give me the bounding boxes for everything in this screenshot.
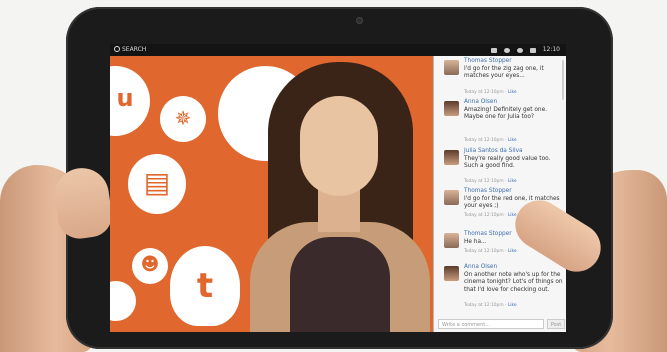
like-link[interactable]: Like <box>508 303 517 308</box>
left-edge-bubble <box>110 281 136 321</box>
compass-icon: ✵ <box>174 106 192 130</box>
author-name[interactable]: Thomas Stopper <box>464 58 512 64</box>
message-meta: Today at 12:10pm · Like <box>464 249 517 254</box>
presenter-top <box>290 237 390 332</box>
battery-icon[interactable] <box>529 47 536 53</box>
avatar <box>444 150 459 165</box>
message-text: I'd go for the zig zag one, it matches y… <box>464 66 544 80</box>
ubuntu-logo-icon: u <box>116 84 134 112</box>
tablet-screen: SEARCH 12:10 u ✵ ▤ ☻ t Thomas Stopper I'… <box>110 44 566 332</box>
message-meta: Today at 12:10pm · Like <box>464 138 517 143</box>
message-text: On another note who's up for the cinema … <box>464 272 563 293</box>
author-name[interactable]: Thomas Stopper <box>464 231 512 237</box>
sound-icon[interactable] <box>516 47 523 53</box>
post-button[interactable]: Post <box>547 319 565 329</box>
social-chat-panel: Thomas Stopper I'd go for the zig zag on… <box>433 56 566 332</box>
comment-input[interactable]: Write a comment... <box>438 319 544 329</box>
author-name[interactable]: Anna Olsen <box>464 264 497 270</box>
message-text: They're really good value too. Such a go… <box>464 156 551 170</box>
top-panel: SEARCH 12:10 <box>110 44 566 56</box>
front-camera <box>356 17 363 24</box>
like-link[interactable]: Like <box>508 138 517 143</box>
indicator-area: 12:10 <box>490 44 560 56</box>
message-meta: Today at 12:10pm · Like <box>464 213 517 218</box>
message-meta: Today at 12:10pm · Like <box>464 303 517 308</box>
network-icon[interactable] <box>503 47 510 53</box>
like-link[interactable]: Like <box>508 90 517 95</box>
document-icon: ▤ <box>143 166 171 199</box>
search-button[interactable]: SEARCH <box>114 44 146 56</box>
avatar <box>444 233 459 248</box>
author-name[interactable]: Julia Santos da Silva <box>464 148 523 154</box>
presenter <box>230 62 433 332</box>
search-icon <box>114 46 120 52</box>
avatar <box>444 101 459 116</box>
avatar <box>444 60 459 75</box>
presenter-face <box>300 96 378 196</box>
search-label: SEARCH <box>122 46 147 53</box>
avatar <box>444 190 459 205</box>
like-link[interactable]: Like <box>508 179 517 184</box>
message-meta: Today at 12:10pm · Like <box>464 179 517 184</box>
like-link[interactable]: Like <box>508 249 517 254</box>
avatar <box>444 266 459 281</box>
video-player[interactable]: u ✵ ▤ ☻ t <box>110 56 433 332</box>
author-name[interactable]: Anna Olsen <box>464 99 497 105</box>
clock[interactable]: 12:10 <box>543 44 560 56</box>
mail-icon[interactable] <box>490 47 497 53</box>
people-icon: ☻ <box>140 254 160 275</box>
message-text: Amazing! Definitely get one. Maybe one f… <box>464 107 548 121</box>
author-name[interactable]: Thomas Stopper <box>464 188 512 194</box>
message-meta: Today at 12:10pm · Like <box>464 90 517 95</box>
